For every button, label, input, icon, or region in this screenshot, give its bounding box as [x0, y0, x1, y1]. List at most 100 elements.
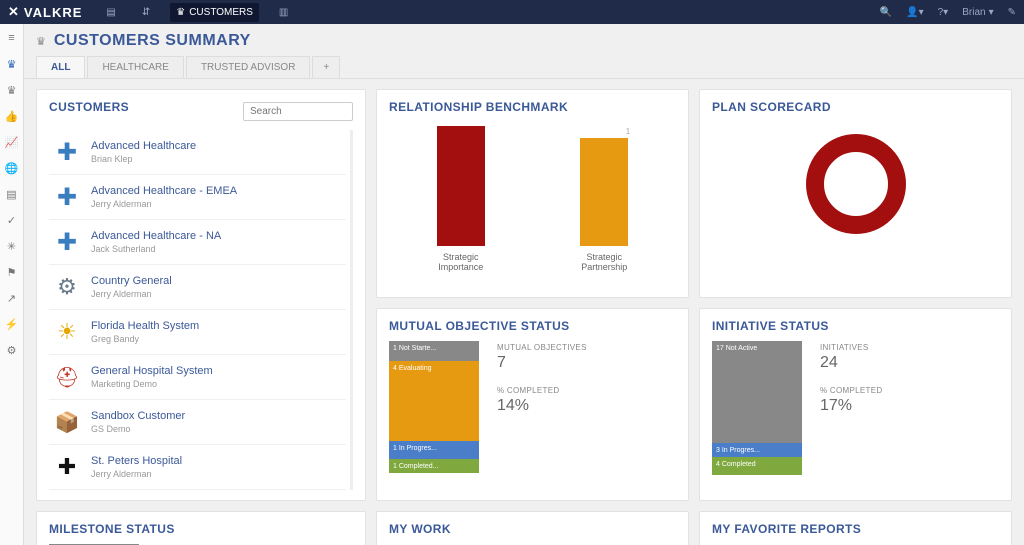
stack-segment: 4 Evaluating: [389, 361, 479, 441]
scorecard-card: PLAN SCORECARD: [699, 89, 1012, 298]
customer-row[interactable]: ☀ Florida Health System Greg Bandy: [49, 310, 346, 355]
user-menu-icon[interactable]: 👤▾: [906, 7, 923, 18]
customer-name: St. Peters Hospital: [91, 455, 182, 467]
edit-icon[interactable]: ✎: [1008, 7, 1016, 18]
customer-sub: Jerry Alderman: [91, 199, 237, 209]
stat-label: % COMPLETED: [820, 386, 882, 395]
customer-row[interactable]: ⚙ Country General Jerry Alderman: [49, 265, 346, 310]
tab-all[interactable]: ALL: [36, 56, 85, 78]
customer-row[interactable]: ✚ Advanced Healthcare - EMEA Jerry Alder…: [49, 175, 346, 220]
benchmark-bar: Strategic Importance: [431, 126, 491, 272]
sidebar-crown2-icon[interactable]: ♛: [6, 84, 18, 96]
stack-segment: 4 Completed: [712, 457, 802, 475]
mutual-stack: 1 Not Starte...4 Evaluating1 In Progres.…: [389, 341, 479, 473]
mutual-stats: MUTUAL OBJECTIVES 7 % COMPLETED 14%: [497, 341, 587, 473]
stat-value: 7: [497, 354, 587, 372]
stack-segment: 1 Completed...: [389, 459, 479, 473]
stat-label: MUTUAL OBJECTIVES: [497, 343, 587, 352]
customer-sub: Greg Bandy: [91, 334, 199, 344]
sidebar-doc-icon[interactable]: ▤: [6, 188, 18, 200]
stack-segment: 17 Not Active: [712, 341, 802, 443]
brand-name: VALKRE: [24, 5, 82, 20]
customer-icon: ☀: [53, 318, 81, 346]
help-icon[interactable]: ?▾: [938, 7, 949, 18]
tabs: ALL HEALTHCARE TRUSTED ADVISOR +: [24, 56, 1024, 79]
customer-name: Country General: [91, 275, 172, 287]
scorecard-title: PLAN SCORECARD: [712, 100, 999, 114]
tab-add[interactable]: +: [312, 56, 340, 78]
search-input[interactable]: [243, 102, 353, 121]
mutual-title: MUTUAL OBJECTIVE STATUS: [389, 319, 676, 333]
stack-segment: 1 In Progres...: [389, 441, 479, 459]
crown-icon: ♛: [176, 7, 185, 18]
top-nav-customers-label: CUSTOMERS: [189, 7, 253, 18]
sidebar-gear-icon[interactable]: ⚙: [6, 344, 18, 356]
customer-sub: Jerry Alderman: [91, 289, 172, 299]
left-sidebar: ≡ ♛ ♛ 👍 📈 🌐 ▤ ✓ ✳ ⚑ ↗ ⚡ ⚙: [0, 24, 24, 545]
initiative-stats: INITIATIVES 24 % COMPLETED 17%: [820, 341, 882, 475]
menu-icon[interactable]: ≡: [6, 32, 18, 44]
sidebar-share-icon[interactable]: ↗: [6, 292, 18, 304]
sidebar-puzzle-icon[interactable]: ✳: [6, 240, 18, 252]
stat-value: 24: [820, 354, 882, 372]
benchmark-title: RELATIONSHIP BENCHMARK: [389, 100, 676, 114]
favorites-title: MY FAVORITE REPORTS: [712, 522, 999, 536]
top-nav-item-customers[interactable]: ♛ CUSTOMERS: [170, 3, 259, 22]
customer-sub: Jack Sutherland: [91, 244, 221, 254]
sidebar-chart-icon[interactable]: 📈: [6, 136, 18, 148]
customer-icon: 📦: [53, 408, 81, 436]
customer-row[interactable]: ✚ St. Peters Hospital Jerry Alderman: [49, 445, 346, 490]
search-icon[interactable]: 🔍: [880, 7, 892, 18]
sidebar-crown-icon[interactable]: ♛: [6, 58, 18, 70]
benchmark-bar: 1 Strategic Partnership: [574, 127, 634, 272]
page-crown-icon: ♛: [36, 35, 46, 48]
stat-value: 14%: [497, 397, 587, 415]
tab-trusted-advisor[interactable]: TRUSTED ADVISOR: [186, 56, 310, 78]
initiative-stack: 17 Not Active3 In Progres...4 Completed: [712, 341, 802, 475]
favorites-card: MY FAVORITE REPORTS ▦ All Completed Init…: [699, 511, 1012, 545]
customer-name: Sandbox Customer: [91, 410, 185, 422]
stat-block: INITIATIVES 24: [820, 343, 882, 372]
customer-icon: ✚: [53, 138, 81, 166]
milestone-card: MILESTONE STATUS 20 Not Active MILESTONE…: [36, 511, 366, 545]
customer-row[interactable]: ✚ Advanced Healthcare Brian Klep: [49, 130, 346, 175]
tab-healthcare[interactable]: HEALTHCARE: [87, 56, 184, 78]
stat-block: % COMPLETED 14%: [497, 386, 587, 415]
brand-logo: ✕ VALKRE: [8, 4, 82, 20]
stat-block: MUTUAL OBJECTIVES 7: [497, 343, 587, 372]
stack-segment: 1 Not Starte...: [389, 341, 479, 361]
mutual-card: MUTUAL OBJECTIVE STATUS 1 Not Starte...4…: [376, 308, 689, 501]
customer-row[interactable]: ⛑ General Hospital System Marketing Demo: [49, 355, 346, 400]
customers-card: CUSTOMERS ✚ Advanced Healthcare Brian Kl…: [36, 89, 366, 501]
customer-icon: ✚: [53, 228, 81, 256]
top-nav-item-2[interactable]: ⇵: [136, 3, 156, 22]
sidebar-globe-icon[interactable]: 🌐: [6, 162, 18, 174]
customer-row[interactable]: 📦 Sandbox Customer GS Demo: [49, 400, 346, 445]
milestone-title: MILESTONE STATUS: [49, 522, 353, 536]
customers-title: CUSTOMERS: [49, 100, 129, 114]
current-user[interactable]: Brian ▾: [962, 7, 993, 18]
customer-name: Advanced Healthcare - EMEA: [91, 185, 237, 197]
top-right: 🔍 👤▾ ?▾ Brian ▾ ✎: [880, 7, 1016, 18]
top-nav-item-4[interactable]: ▥: [273, 3, 294, 22]
sidebar-bolt-icon[interactable]: ⚡: [6, 318, 18, 330]
customer-row[interactable]: ✚ Advanced Healthcare - NA Jack Sutherla…: [49, 220, 346, 265]
top-nav: ▤ ⇵ ♛ CUSTOMERS ▥: [100, 3, 294, 22]
top-nav-item-1[interactable]: ▤: [100, 3, 121, 22]
customer-sub: Marketing Demo: [91, 379, 213, 389]
customers-list[interactable]: ✚ Advanced Healthcare Brian Klep✚ Advanc…: [49, 130, 353, 490]
customer-icon: ⛑: [53, 363, 81, 391]
mywork-card: MY WORK ✚ Advanced Healthcare Define the…: [376, 511, 689, 545]
customer-sub: GS Demo: [91, 424, 185, 434]
initiative-card: INITIATIVE STATUS 17 Not Active3 In Prog…: [699, 308, 1012, 501]
sidebar-check-icon[interactable]: ✓: [6, 214, 18, 226]
customer-sub: Brian Klep: [91, 154, 196, 164]
main: ♛ CUSTOMERS SUMMARY ALL HEALTHCARE TRUST…: [24, 24, 1024, 545]
customer-icon: ⚙: [53, 273, 81, 301]
sidebar-thumb-icon[interactable]: 👍: [6, 110, 18, 122]
stat-value: 17%: [820, 397, 882, 415]
customer-name: Advanced Healthcare - NA: [91, 230, 221, 242]
sidebar-flag-icon[interactable]: ⚑: [6, 266, 18, 278]
customer-name: Advanced Healthcare: [91, 140, 196, 152]
page-header: ♛ CUSTOMERS SUMMARY: [24, 24, 1024, 54]
